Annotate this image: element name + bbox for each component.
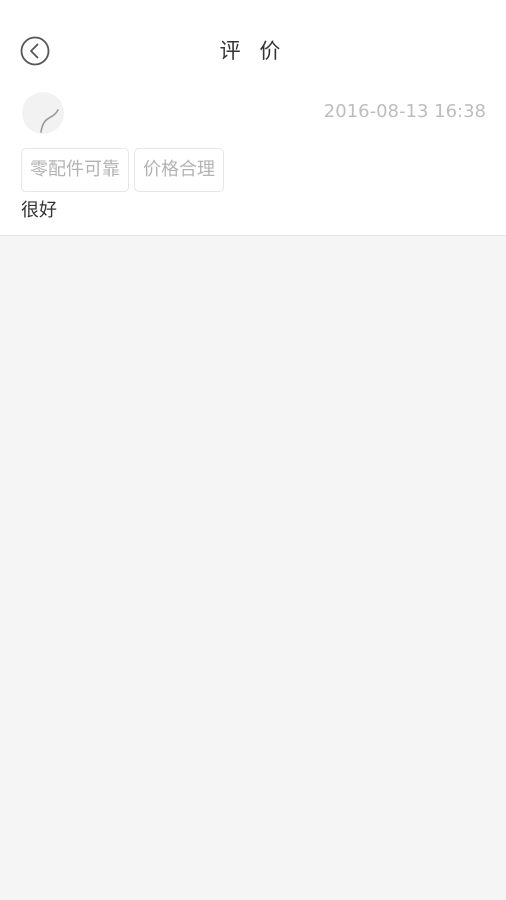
page-title: 评 价 [219, 39, 287, 63]
review-timestamp: 2016-08-13 16:38 [323, 101, 486, 122]
review-tags: 零配件可靠 价格合理 [21, 148, 229, 192]
review-card: 2016-08-13 16:38 零配件可靠 价格合理 很好 [0, 90, 506, 236]
review-content: 很好 [21, 200, 57, 221]
review-tag: 零配件可靠 [21, 148, 129, 192]
review-tag: 价格合理 [134, 148, 224, 192]
avatar [22, 92, 64, 134]
default-avatar-icon [40, 109, 59, 133]
app-header: 评 价 [0, 0, 506, 100]
